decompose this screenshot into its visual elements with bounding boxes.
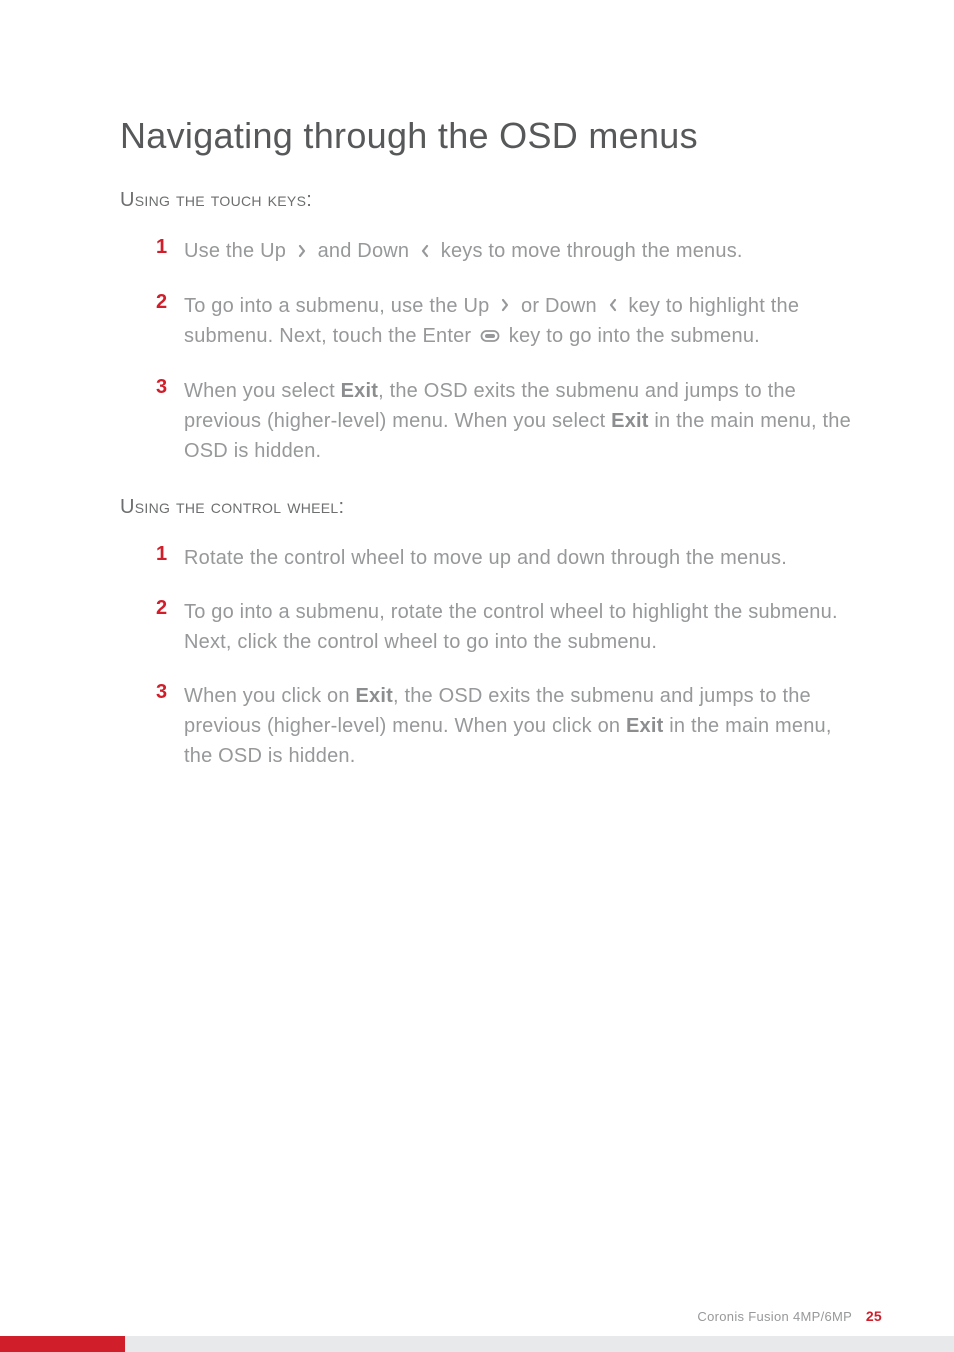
bold-text: Exit — [355, 685, 392, 707]
up-chevron-icon — [295, 237, 309, 267]
footer-text: Coronis Fusion 4MP/6MP 25 — [697, 1308, 882, 1324]
bold-text: Exit — [341, 380, 378, 402]
item-text: When you select Exit, the OSD exits the … — [184, 376, 854, 466]
up-chevron-icon — [498, 291, 512, 321]
bold-text: Exit — [626, 715, 663, 737]
sections-container: Using the touch keys:1Use the Up and Dow… — [120, 189, 854, 771]
item-number: 2 — [156, 597, 184, 657]
section-heading: Using the control wheel: — [120, 496, 854, 519]
footer-bar-gray — [125, 1336, 954, 1352]
item-text: To go into a submenu, use the Up or Down… — [184, 291, 854, 352]
enter-key-icon — [480, 322, 500, 352]
item-number: 1 — [156, 236, 184, 267]
item-number: 3 — [156, 376, 184, 466]
item-number: 1 — [156, 543, 184, 573]
section-heading: Using the touch keys: — [120, 189, 854, 212]
page-number: 25 — [866, 1308, 882, 1324]
list-item: 2To go into a submenu, rotate the contro… — [120, 597, 854, 657]
item-number: 2 — [156, 291, 184, 352]
product-name: Coronis Fusion 4MP/6MP — [697, 1309, 851, 1324]
item-number: 3 — [156, 681, 184, 771]
down-chevron-icon — [418, 237, 432, 267]
footer-bar-red — [0, 1336, 125, 1352]
item-text: Use the Up and Down keys to move through… — [184, 236, 743, 267]
list-item: 2To go into a submenu, use the Up or Dow… — [120, 291, 854, 352]
list-item: 1Use the Up and Down keys to move throug… — [120, 236, 854, 267]
down-chevron-icon — [606, 291, 620, 321]
item-text: Rotate the control wheel to move up and … — [184, 543, 787, 573]
bold-text: Exit — [611, 410, 648, 432]
item-text: To go into a submenu, rotate the control… — [184, 597, 854, 657]
page-title: Navigating through the OSD menus — [120, 115, 854, 157]
list-item: 3When you click on Exit, the OSD exits t… — [120, 681, 854, 771]
item-text: When you click on Exit, the OSD exits th… — [184, 681, 854, 771]
list-item: 1Rotate the control wheel to move up and… — [120, 543, 854, 573]
list-item: 3When you select Exit, the OSD exits the… — [120, 376, 854, 466]
page-footer: Coronis Fusion 4MP/6MP 25 — [0, 1302, 954, 1352]
